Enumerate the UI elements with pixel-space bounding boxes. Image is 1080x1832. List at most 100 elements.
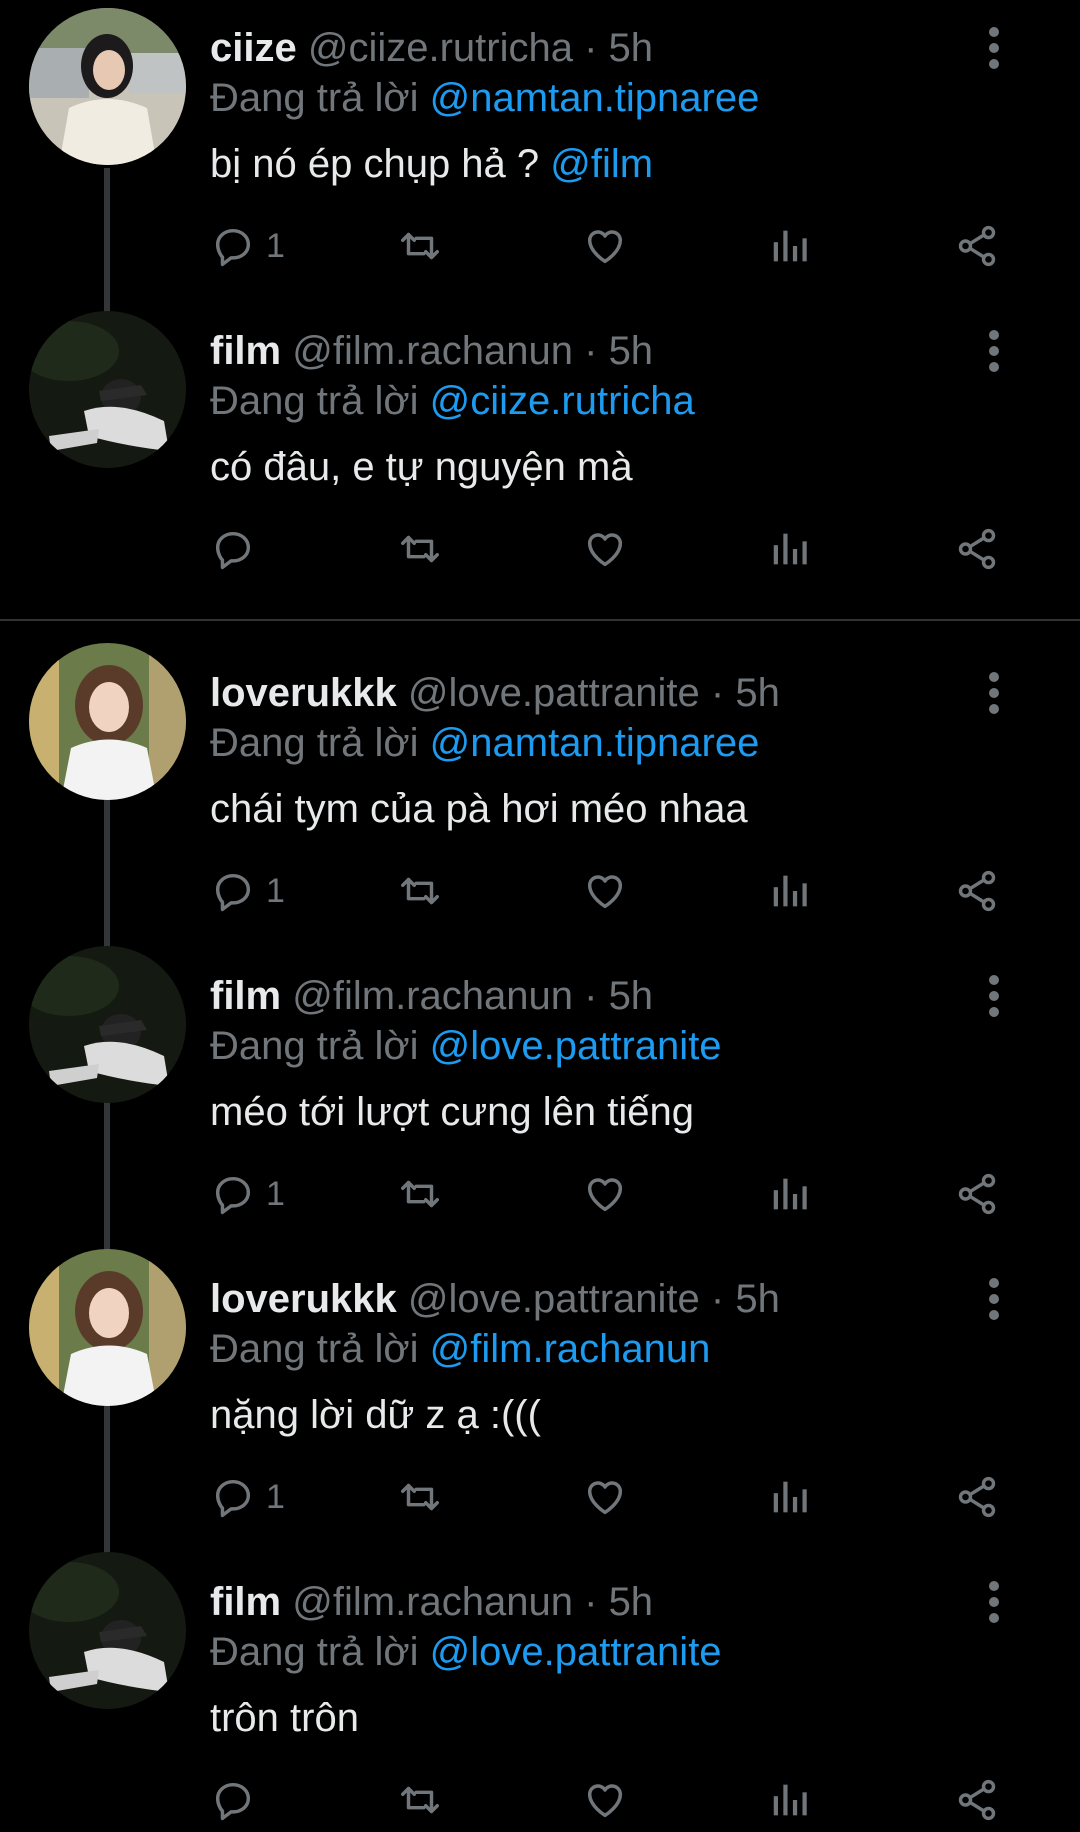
action-bar: [210, 1772, 1030, 1832]
tweet[interactable]: film @film.rachanun · 5h Đang trả lời @c…: [0, 303, 1080, 606]
replying-to-mention[interactable]: @love.pattranite: [430, 1024, 722, 1068]
share-icon: [958, 870, 996, 912]
display-name[interactable]: ciize: [210, 26, 297, 70]
share-button[interactable]: [954, 521, 1000, 577]
like-button[interactable]: [582, 218, 628, 274]
views-button[interactable]: [768, 521, 814, 577]
more-options-button[interactable]: [978, 974, 1010, 1018]
tweet-text: có đâu, e tự nguyện mà: [210, 445, 633, 489]
views-button[interactable]: [768, 863, 814, 919]
more-options-button[interactable]: [978, 329, 1010, 373]
more-options-button[interactable]: [978, 1580, 1010, 1624]
tweet-text: méo tới lượt cưng lên tiếng: [210, 1090, 695, 1134]
more-options-button[interactable]: [978, 1277, 1010, 1321]
thread-line: [104, 798, 110, 948]
like-button[interactable]: [582, 863, 628, 919]
retweet-button[interactable]: [396, 1772, 444, 1828]
retweet-button[interactable]: [396, 521, 444, 577]
user-handle[interactable]: @ciize.rutricha: [308, 26, 573, 70]
display-name[interactable]: film: [210, 974, 281, 1018]
like-icon: [587, 533, 623, 567]
display-name[interactable]: loverukkk: [210, 1277, 397, 1321]
replying-to-mention[interactable]: @namtan.tipnaree: [430, 721, 760, 765]
share-icon: [958, 1779, 996, 1821]
views-button[interactable]: [768, 1469, 814, 1525]
tweet[interactable]: film @film.rachanun · 5h Đang trả lời @l…: [0, 1552, 1080, 1826]
tweet-mention[interactable]: @film: [550, 142, 653, 186]
views-button[interactable]: [768, 218, 814, 274]
replying-to-mention[interactable]: @love.pattranite: [430, 1630, 722, 1674]
views-icon: [773, 1481, 807, 1513]
like-icon: [587, 1178, 623, 1212]
retweet-button[interactable]: [396, 1469, 444, 1525]
retweet-icon: [401, 1786, 439, 1814]
reply-button[interactable]: [210, 1772, 266, 1828]
timestamp[interactable]: 5h: [735, 1277, 780, 1321]
separator-dot: ·: [710, 1277, 725, 1321]
reply-button[interactable]: 1: [210, 1469, 285, 1525]
user-handle[interactable]: @film.rachanun: [292, 1580, 573, 1624]
avatar[interactable]: [29, 1249, 186, 1406]
retweet-button[interactable]: [396, 218, 444, 274]
display-name[interactable]: film: [210, 1580, 281, 1624]
replying-to-mention[interactable]: @namtan.tipnaree: [430, 76, 760, 120]
share-button[interactable]: [954, 1469, 1000, 1525]
replying-to-label: Đang trả lời: [210, 1630, 419, 1674]
share-button[interactable]: [954, 1772, 1000, 1828]
retweet-icon: [401, 1483, 439, 1511]
separator-dot: ·: [584, 26, 598, 70]
timestamp[interactable]: 5h: [609, 26, 654, 70]
user-handle[interactable]: @film.rachanun: [292, 974, 573, 1018]
share-button[interactable]: [954, 863, 1000, 919]
replying-to-mention[interactable]: @ciize.rutricha: [430, 379, 695, 423]
reply-button[interactable]: 1: [210, 218, 285, 274]
views-icon: [773, 533, 807, 565]
replying-to-label: Đang trả lời: [210, 1024, 419, 1068]
like-icon: [587, 875, 623, 909]
reply-button[interactable]: 1: [210, 1166, 285, 1222]
like-button[interactable]: [582, 1166, 628, 1222]
reply-button[interactable]: 1: [210, 863, 285, 919]
reply-icon: [215, 1176, 251, 1215]
views-button[interactable]: [768, 1166, 814, 1222]
tweet[interactable]: loverukkk @love.pattranite · 5h Đang trả…: [0, 1249, 1080, 1554]
avatar[interactable]: [29, 643, 186, 800]
like-button[interactable]: [582, 1469, 628, 1525]
avatar[interactable]: [29, 8, 186, 165]
tweet[interactable]: loverukkk @love.pattranite · 5h Đang trả…: [0, 643, 1080, 948]
like-button[interactable]: [582, 1772, 628, 1828]
action-bar: 1: [210, 1166, 1030, 1226]
replying-to-mention[interactable]: @film.rachanun: [430, 1327, 711, 1371]
retweet-icon: [401, 232, 439, 260]
timestamp[interactable]: 5h: [609, 329, 654, 373]
avatar[interactable]: [29, 946, 186, 1103]
share-button[interactable]: [954, 1166, 1000, 1222]
user-handle[interactable]: @love.pattranite: [408, 1277, 700, 1321]
share-button[interactable]: [954, 218, 1000, 274]
user-handle[interactable]: @film.rachanun: [292, 329, 573, 373]
tweet[interactable]: film @film.rachanun · 5h Đang trả lời @l…: [0, 946, 1080, 1251]
tweet[interactable]: ciize @ciize.rutricha · 5h Đang trả lời …: [0, 0, 1080, 338]
timestamp[interactable]: 5h: [609, 1580, 654, 1624]
timestamp[interactable]: 5h: [735, 671, 780, 715]
more-options-button[interactable]: [978, 671, 1010, 715]
avatar[interactable]: [29, 1552, 186, 1709]
display-name[interactable]: loverukkk: [210, 671, 397, 715]
separator-dot: ·: [584, 329, 598, 373]
timestamp[interactable]: 5h: [609, 974, 654, 1018]
share-icon: [958, 225, 996, 267]
more-vertical-icon: [989, 1278, 999, 1320]
display-name[interactable]: film: [210, 329, 281, 373]
reply-icon: [215, 228, 251, 267]
more-vertical-icon: [989, 672, 999, 714]
views-button[interactable]: [768, 1772, 814, 1828]
like-button[interactable]: [582, 521, 628, 577]
reply-icon: [215, 531, 251, 570]
avatar[interactable]: [29, 311, 186, 468]
user-handle[interactable]: @love.pattranite: [408, 671, 700, 715]
retweet-button[interactable]: [396, 1166, 444, 1222]
retweet-icon: [401, 1180, 439, 1208]
reply-button[interactable]: [210, 521, 266, 577]
retweet-button[interactable]: [396, 863, 444, 919]
more-options-button[interactable]: [978, 26, 1010, 70]
